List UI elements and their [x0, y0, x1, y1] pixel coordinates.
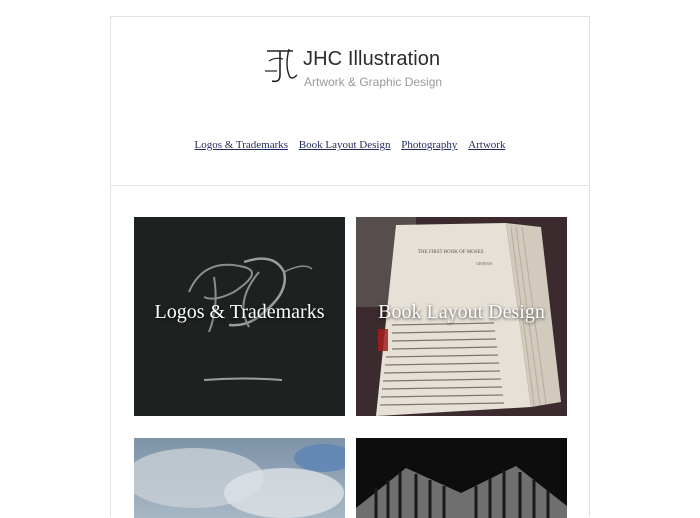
tile-label-logos: Logos & Trademarks	[154, 301, 325, 323]
sky-photo-image	[134, 438, 345, 518]
artwork-image	[356, 438, 567, 518]
main-nav: Logos & Trademarks Book Layout Design Ph…	[111, 139, 589, 151]
page-frame: JHC Illustration Artwork & Graphic Desig…	[110, 16, 590, 518]
site-header: JHC Illustration Artwork & Graphic Desig…	[111, 17, 589, 186]
nav-link-artwork[interactable]: Artwork	[468, 139, 505, 151]
tile-book-layout-design[interactable]: THE FIRST BOOK OF MOSES GENESIS Book Lay…	[356, 217, 567, 416]
tile-photography[interactable]	[134, 438, 345, 518]
site-title[interactable]: JHC Illustration	[303, 48, 440, 71]
tile-label-book-layout: Book Layout Design	[378, 301, 545, 323]
book-page-heading: THE FIRST BOOK OF MOSES	[418, 250, 484, 255]
site-tagline: Artwork & Graphic Design	[304, 75, 443, 89]
tile-logos-trademarks[interactable]: Logos & Trademarks	[134, 217, 345, 416]
jhc-monogram-logo[interactable]	[263, 45, 301, 87]
tile-artwork[interactable]	[356, 438, 567, 518]
nav-link-logos[interactable]: Logos & Trademarks	[195, 139, 289, 151]
book-page-subheading: GENESIS	[476, 261, 492, 266]
nav-link-book-layout[interactable]: Book Layout Design	[299, 139, 391, 151]
nav-link-photography[interactable]: Photography	[401, 139, 457, 151]
